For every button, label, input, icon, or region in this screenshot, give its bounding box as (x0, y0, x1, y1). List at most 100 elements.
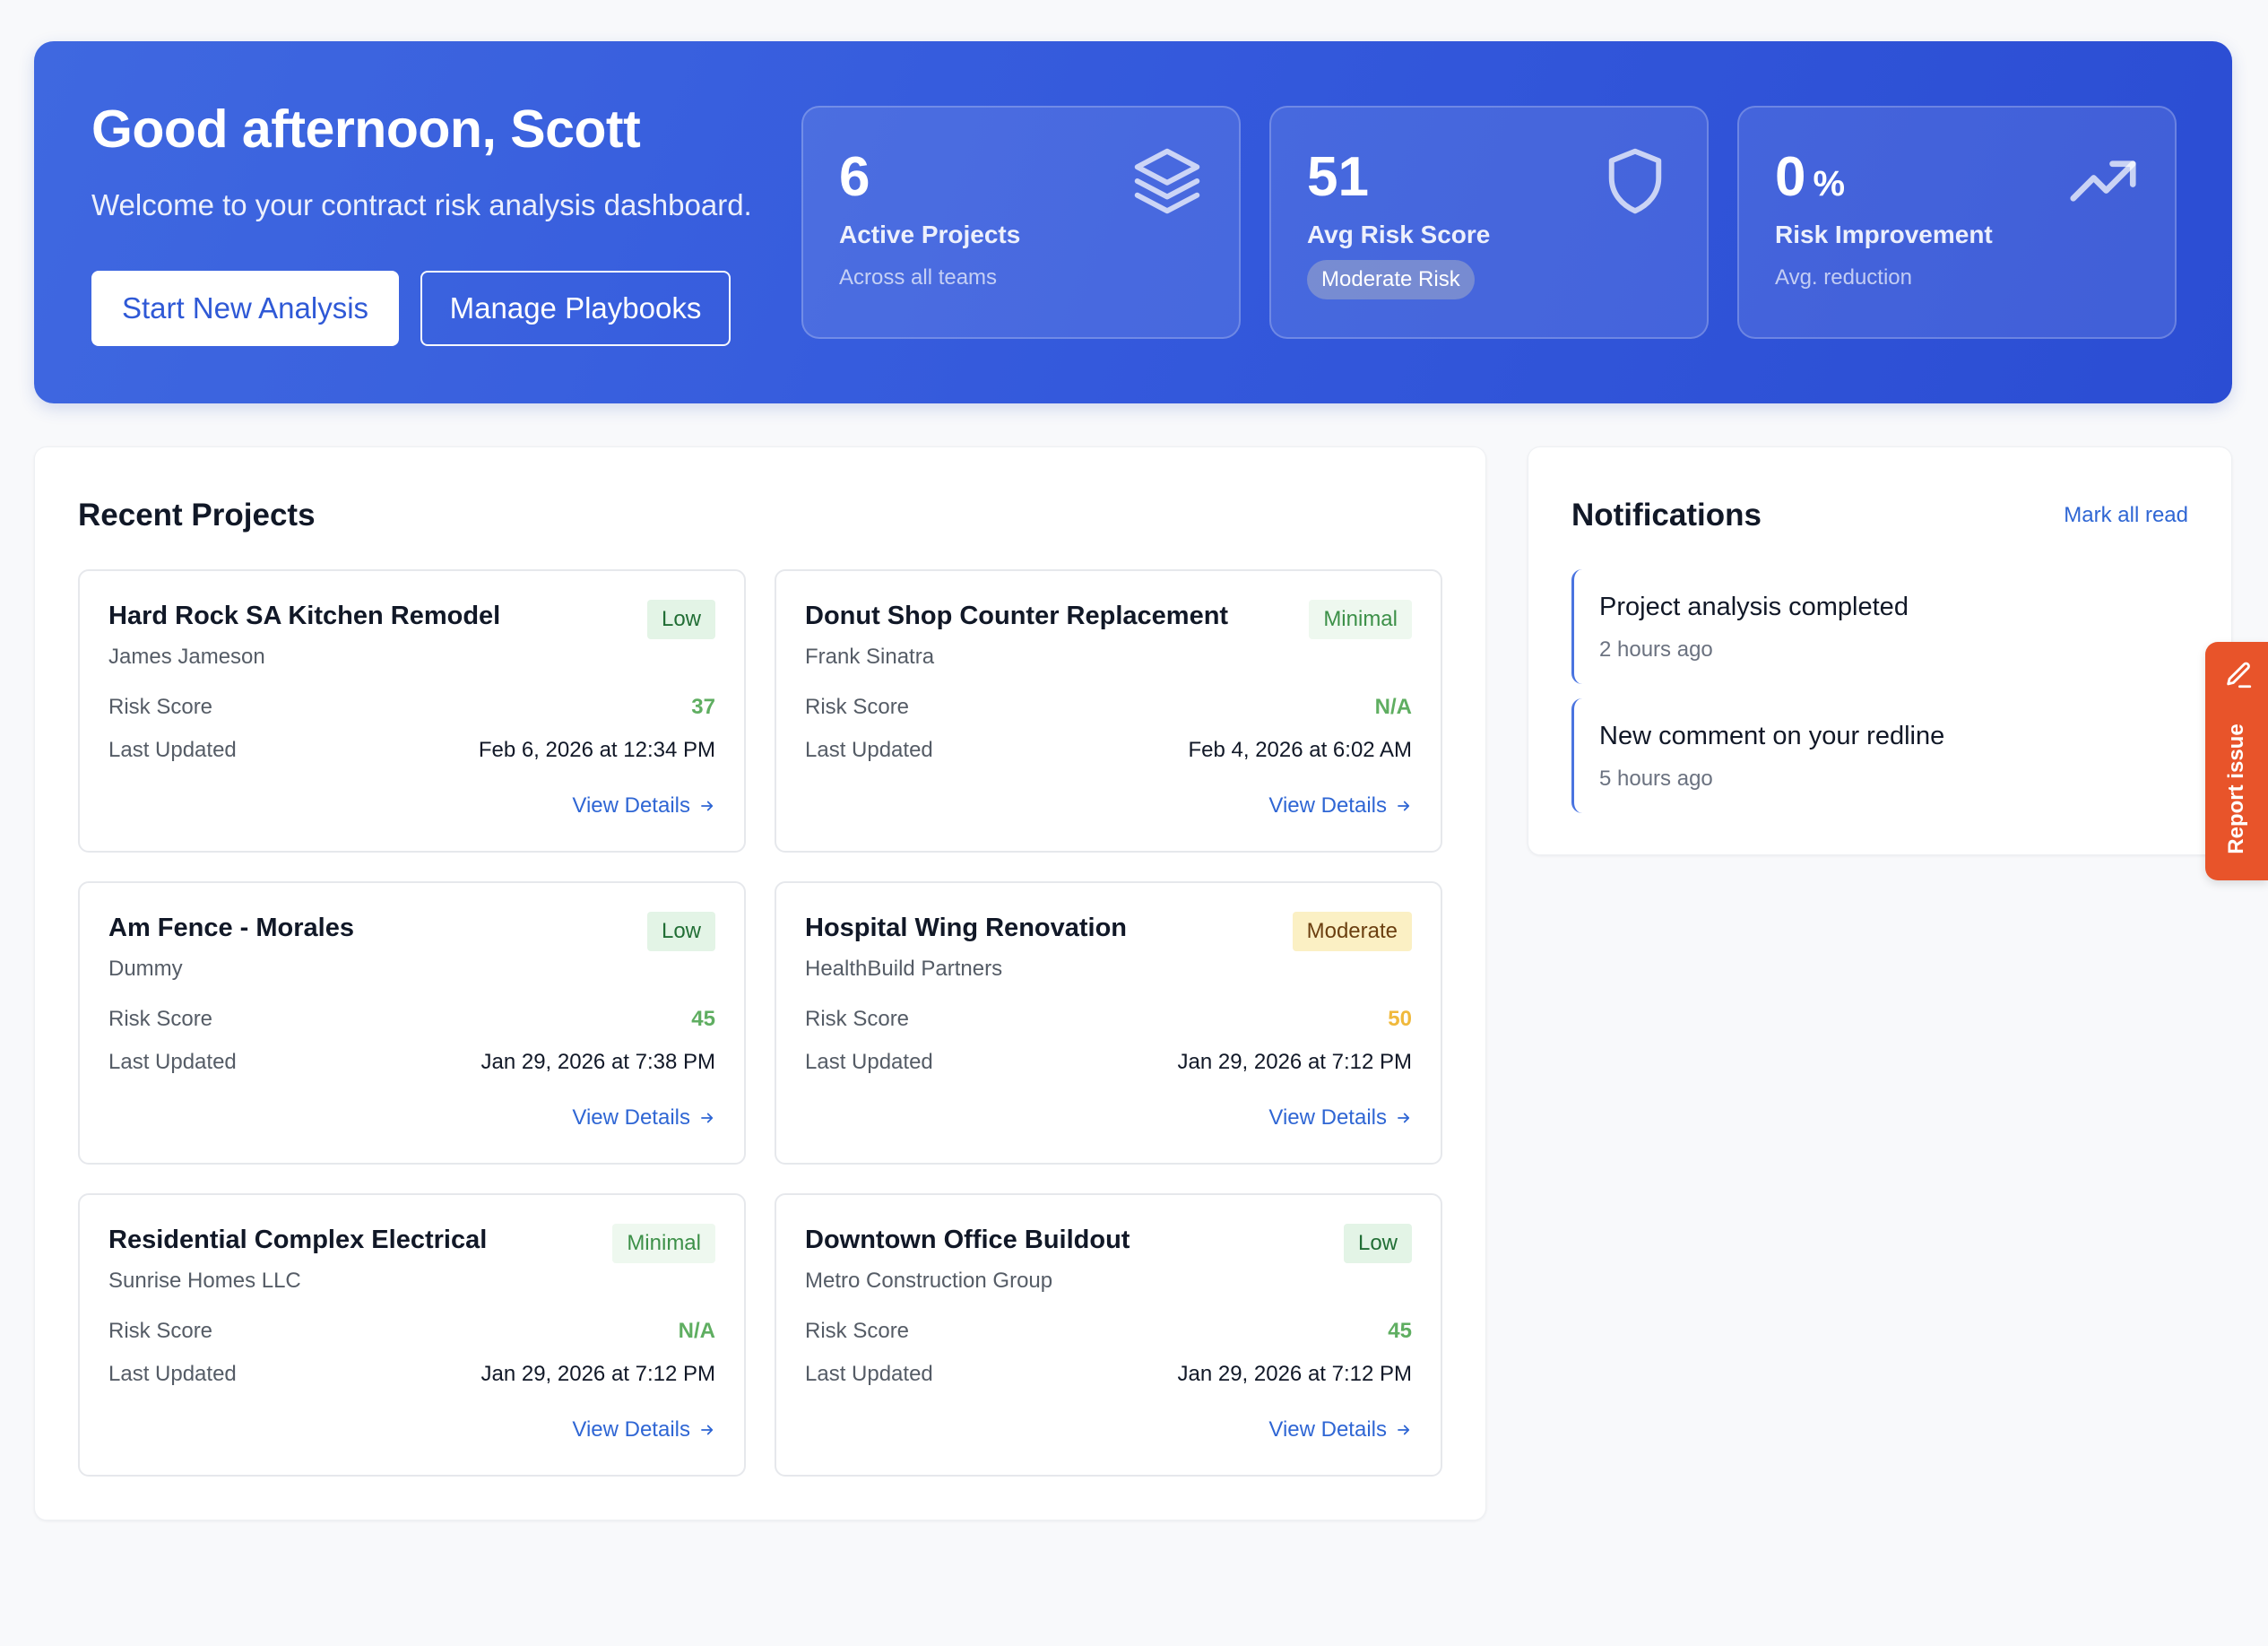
view-details-link[interactable]: View Details (1268, 1105, 1412, 1131)
stat-card-avg-risk-score: 51 Avg Risk Score Moderate Risk (1269, 106, 1709, 339)
arrow-right-icon (701, 1425, 714, 1435)
view-details-label: View Details (1268, 1417, 1387, 1442)
pencil-icon (2227, 662, 2252, 689)
manage-playbooks-button[interactable]: Manage Playbooks (420, 271, 731, 346)
arrow-right-icon (701, 1113, 714, 1123)
section-title: Recent Projects (78, 498, 316, 533)
notification-item[interactable]: New comment on your redline 5 hours ago (1571, 698, 2181, 813)
view-details-label: View Details (572, 1105, 690, 1130)
risk-score-label: Risk Score (108, 1319, 213, 1343)
layers-icon (1134, 148, 1200, 214)
view-details-label: View Details (1268, 1105, 1387, 1130)
view-details-label: View Details (1268, 793, 1387, 818)
mark-all-read-link[interactable]: Mark all read (2064, 503, 2188, 528)
project-client: Metro Construction Group (805, 1269, 1053, 1293)
risk-badge: Minimal (612, 1224, 715, 1263)
view-details-link[interactable]: View Details (572, 793, 715, 819)
risk-badge: Moderate (1292, 912, 1412, 951)
last-updated-value: Jan 29, 2026 at 7:12 PM (1177, 1050, 1412, 1074)
project-client: James Jameson (108, 645, 265, 669)
project-name: Downtown Office Buildout (805, 1226, 1130, 1254)
risk-score-value: 50 (1388, 1007, 1412, 1031)
arrow-right-icon (1398, 801, 1410, 811)
greeting-subtitle: Welcome to your contract risk analysis d… (91, 188, 752, 221)
arrow-right-icon (1398, 1425, 1410, 1435)
risk-score-label: Risk Score (108, 695, 213, 719)
project-client: Dummy (108, 957, 183, 981)
view-details-link[interactable]: View Details (1268, 1417, 1412, 1442)
view-details-label: View Details (572, 1417, 690, 1442)
project-client: Frank Sinatra (805, 645, 935, 669)
last-updated-value: Feb 4, 2026 at 6:02 AM (1188, 738, 1412, 762)
last-updated-label: Last Updated (108, 1050, 237, 1074)
risk-score-label: Risk Score (108, 1007, 213, 1031)
section-title: Notifications (1571, 498, 1762, 533)
stat-label: Risk Improvement (1775, 221, 1993, 248)
stat-subtext: Avg. reduction (1775, 265, 1912, 290)
last-updated-value: Jan 29, 2026 at 7:38 PM (480, 1050, 715, 1074)
last-updated-label: Last Updated (805, 1362, 933, 1386)
stat-value: 51 (1307, 146, 1369, 208)
notification-time: 2 hours ago (1599, 637, 1713, 662)
risk-score-label: Risk Score (805, 695, 910, 719)
hero-banner: Good afternoon, Scott Welcome to your co… (34, 41, 2232, 403)
project-card[interactable]: Hospital Wing Renovation HealthBuild Par… (775, 881, 1442, 1165)
view-details-label: View Details (572, 793, 690, 818)
project-name: Residential Complex Electrical (108, 1226, 488, 1254)
project-card[interactable]: Donut Shop Counter Replacement Frank Sin… (775, 569, 1442, 853)
project-card[interactable]: Residential Complex Electrical Sunrise H… (78, 1193, 746, 1477)
notification-title: New comment on your redline (1599, 722, 1945, 750)
greeting-title: Good afternoon, Scott (91, 100, 641, 159)
report-issue-tab[interactable]: Report issue (2205, 642, 2268, 880)
notifications-panel: Notifications Mark all read Project anal… (1528, 446, 2232, 855)
last-updated-label: Last Updated (805, 1050, 933, 1074)
project-card[interactable]: Hard Rock SA Kitchen Remodel James James… (78, 569, 746, 853)
stat-card-risk-improvement: 0% Risk Improvement Avg. reduction (1737, 106, 2177, 339)
notification-time: 5 hours ago (1599, 767, 1713, 791)
risk-score-label: Risk Score (805, 1319, 910, 1343)
stat-card-active-projects: 6 Active Projects Across all teams (801, 106, 1241, 339)
project-name: Hard Rock SA Kitchen Remodel (108, 602, 501, 630)
last-updated-label: Last Updated (108, 738, 237, 762)
project-card[interactable]: Downtown Office Buildout Metro Construct… (775, 1193, 1442, 1477)
view-details-link[interactable]: View Details (572, 1417, 715, 1442)
risk-score-value: 45 (1388, 1319, 1412, 1343)
risk-level-badge: Moderate Risk (1307, 260, 1475, 299)
risk-score-value: 45 (691, 1007, 715, 1031)
stat-label: Avg Risk Score (1307, 221, 1491, 248)
risk-badge: Low (646, 600, 715, 639)
risk-score-value: 37 (691, 695, 715, 719)
project-name: Donut Shop Counter Replacement (805, 602, 1229, 630)
view-details-link[interactable]: View Details (1268, 793, 1412, 819)
trending-up-icon (2070, 160, 2136, 202)
last-updated-value: Jan 29, 2026 at 7:12 PM (1177, 1362, 1412, 1386)
risk-score-label: Risk Score (805, 1007, 910, 1031)
arrow-right-icon (701, 801, 714, 811)
stat-label: Active Projects (839, 221, 1021, 248)
recent-projects-panel: Recent Projects Hard Rock SA Kitchen Rem… (34, 446, 1486, 1520)
project-name: Am Fence - Morales (108, 914, 354, 942)
risk-score-value: N/A (1374, 695, 1412, 719)
stat-value: 6 (839, 146, 870, 208)
project-client: HealthBuild Partners (805, 957, 1003, 981)
risk-badge: Low (1343, 1224, 1412, 1263)
risk-badge: Low (646, 912, 715, 951)
risk-score-value: N/A (678, 1319, 715, 1343)
stat-unit: % (1813, 164, 1846, 204)
shield-icon (1608, 148, 1662, 214)
last-updated-label: Last Updated (108, 1362, 237, 1386)
project-name: Hospital Wing Renovation (805, 914, 1128, 942)
last-updated-value: Jan 29, 2026 at 7:12 PM (480, 1362, 715, 1386)
arrow-right-icon (1398, 1113, 1410, 1123)
stat-subtext: Across all teams (839, 265, 998, 290)
stat-value: 0% (1775, 146, 1846, 208)
start-new-analysis-button[interactable]: Start New Analysis (91, 271, 399, 346)
project-client: Sunrise Homes LLC (108, 1269, 301, 1293)
notification-item[interactable]: Project analysis completed 2 hours ago (1571, 569, 2181, 684)
notification-title: Project analysis completed (1599, 593, 1909, 621)
report-issue-label: Report issue (2224, 723, 2248, 854)
project-card[interactable]: Am Fence - Morales Dummy Low Risk Score … (78, 881, 746, 1165)
last-updated-value: Feb 6, 2026 at 12:34 PM (478, 738, 715, 762)
risk-badge: Minimal (1309, 600, 1412, 639)
view-details-link[interactable]: View Details (572, 1105, 715, 1131)
